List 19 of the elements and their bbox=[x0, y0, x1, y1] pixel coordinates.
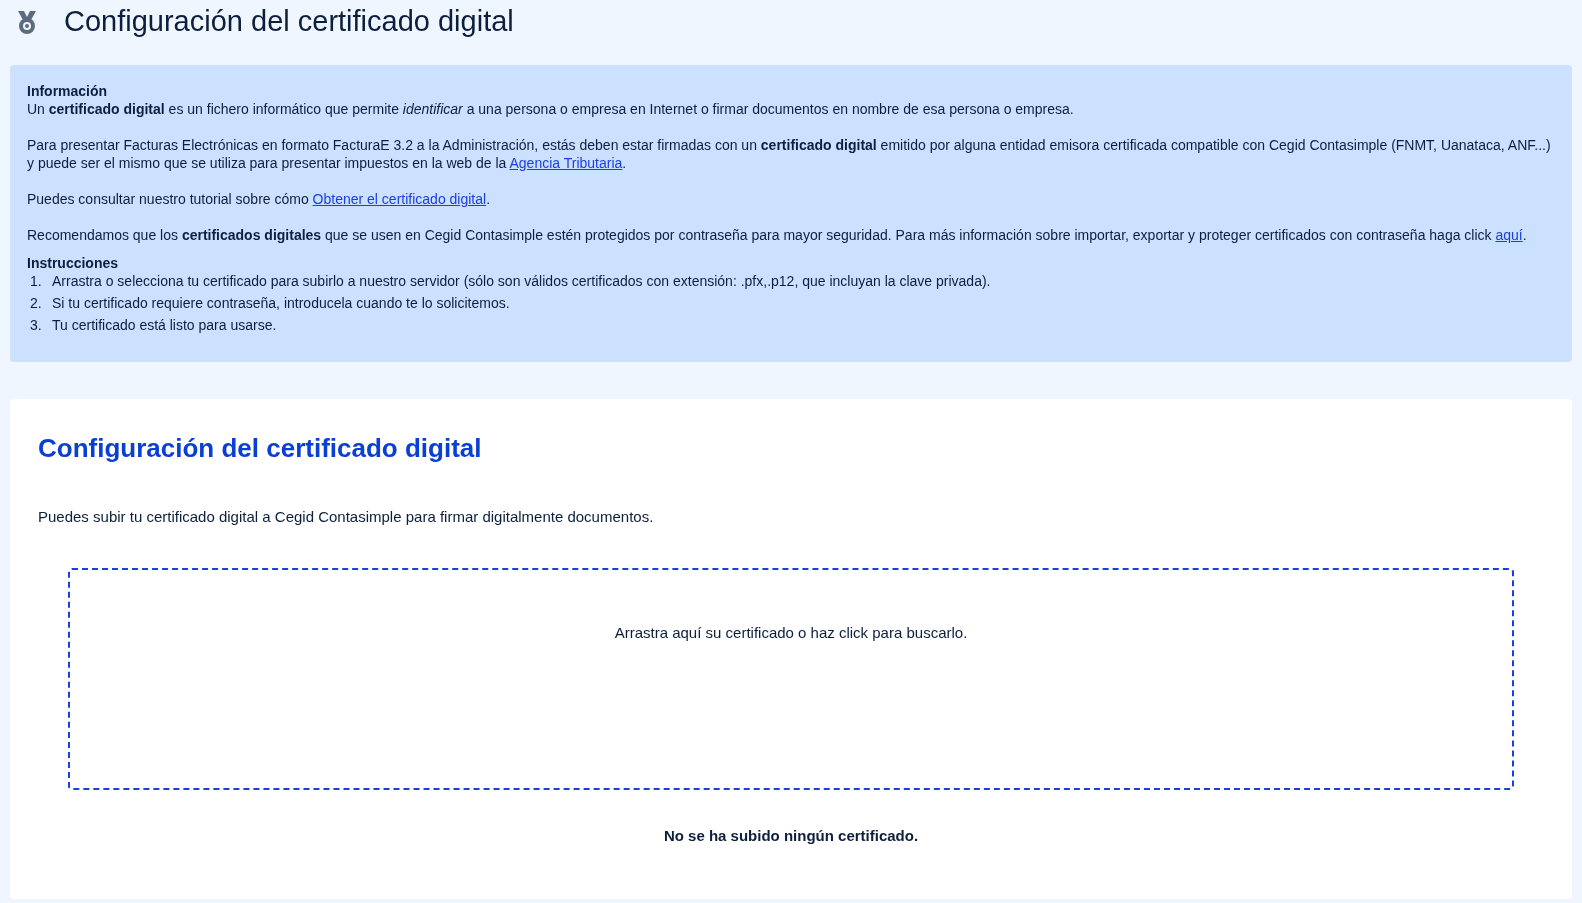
step-text: Arrastra o selecciona tu certificado para subirlo a nuestro servidor (sólo son válidos certificados con extensión: .pfx,.p12, que incluyan la clave privada). bbox=[52, 272, 991, 290]
step-number: 2. bbox=[30, 294, 42, 312]
step-text: Tu certificado está listo para usarse. bbox=[52, 316, 277, 334]
step-text: Si tu certificado requiere contraseña, introducela cuando te lo solicitemos. bbox=[52, 294, 510, 312]
description-text: Puedes subir tu certificado digital a Cegid Contasimple para firmar digitalmente documentos. bbox=[38, 507, 655, 527]
instructions-title: Instrucciones bbox=[27, 254, 120, 272]
info-paragraph: Un certificado digital es un fichero informático que permite identificar a una persona o empresa en Internet o firmar documentos en nombre de esa persona o empresa. bbox=[27, 100, 1075, 118]
info-paragraph: Recomendamos que los certificados digitales que se usen en Cegid Contasimple estén protegidos por contraseña para mayor seguridad. Para más información sobre importar, exportar y proteger certificados con contraseña haga click aquí. bbox=[27, 226, 1528, 244]
status-text: No se ha subido ningún certificado. bbox=[662, 825, 920, 846]
info-title: Información bbox=[27, 82, 109, 100]
info-paragraph: Puedes consultar nuestro tutorial sobre cómo Obtener el certificado digital. bbox=[27, 190, 492, 208]
step-number: 1. bbox=[30, 272, 42, 290]
info-paragraph: Para presentar Facturas Electrónicas en formato FacturaE 3.2 a la Administración, estás deben estar firmadas con un certificado digital emitido por alguna entidad emisora certificada compatible con Cegid Contasimple (FNMT, Uanataca, ANF...) y puede ser el mismo que se utiliza para presentar impuestos en la web de la Agencia Tributaria. bbox=[27, 136, 1552, 172]
step-number: 3. bbox=[30, 316, 42, 334]
page-title: Configuración del certificado digital bbox=[64, 4, 514, 40]
section-title: Configuración del certificado digital bbox=[38, 432, 483, 465]
upload-dropzone[interactable]: Arrastra aquí su certificado o haz click para buscarlo. bbox=[68, 567, 1514, 790]
dropzone-text: Arrastra aquí su certificado o haz click para buscarlo. bbox=[614, 622, 968, 643]
link[interactable]: aquí bbox=[1495, 227, 1523, 243]
